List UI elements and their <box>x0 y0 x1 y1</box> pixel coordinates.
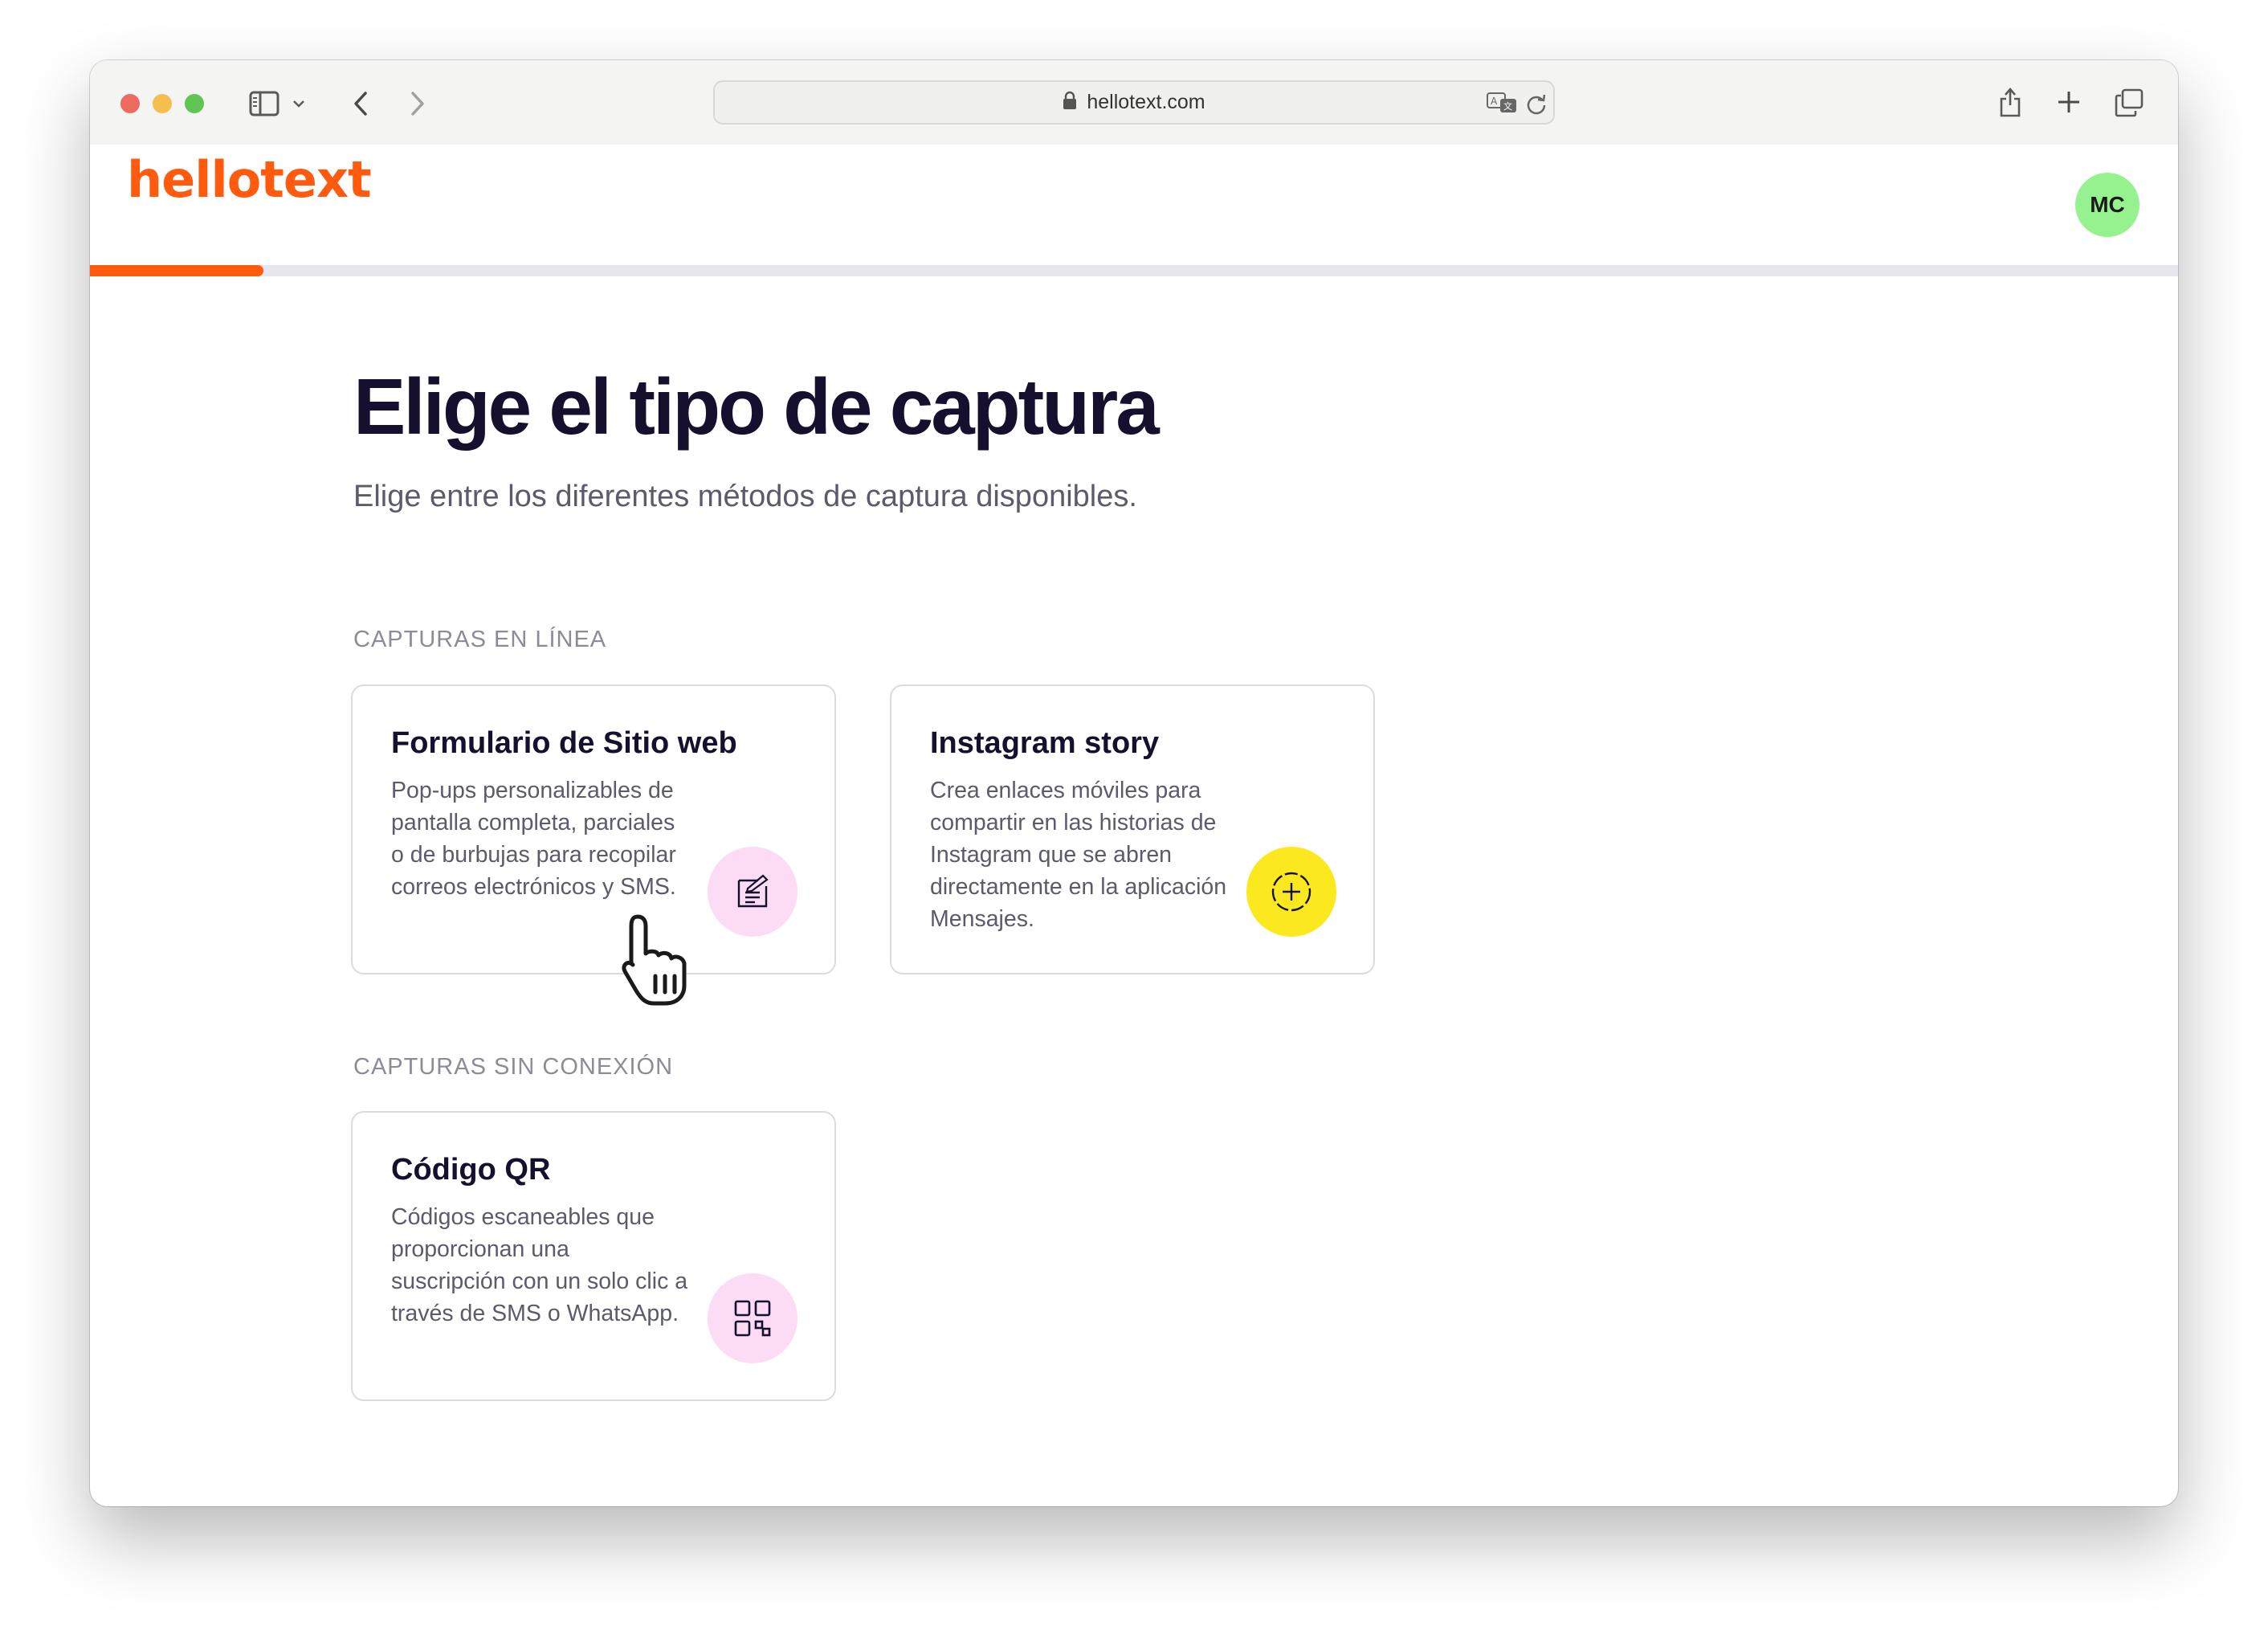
card-title: Código QR <box>391 1153 551 1187</box>
browser-toolbar: hellotext.com A文 <box>90 60 2178 146</box>
share-icon[interactable] <box>1997 84 2024 120</box>
lock-icon <box>1063 91 1077 114</box>
hand-pointer-cursor <box>620 912 704 1012</box>
card-title: Formulario de Sitio web <box>391 726 737 760</box>
svg-text:文: 文 <box>1503 100 1512 112</box>
url-text: hellotext.com <box>1087 91 1205 113</box>
section-label-online: CAPTURAS EN LÍNEA <box>353 627 607 652</box>
plus-icon[interactable] <box>2056 89 2082 115</box>
translate-icon[interactable]: A文 <box>1486 92 1518 118</box>
progress-bar <box>90 265 2178 276</box>
card-website-form[interactable]: Formulario de Sitio web Pop-ups personal… <box>351 684 836 974</box>
app-header <box>90 145 2178 265</box>
address-bar[interactable]: hellotext.com A文 <box>713 80 1555 125</box>
card-description: Crea enlaces móviles para compartir en l… <box>930 778 1227 932</box>
section-label-offline: CAPTURAS SIN CONEXIÓN <box>353 1054 674 1080</box>
tabs-icon[interactable] <box>2114 88 2144 118</box>
page-subtitle: Elige entre los diferentes métodos de ca… <box>353 480 1137 513</box>
card-instagram-story[interactable]: Instagram story Crea enlaces móviles par… <box>890 684 1375 974</box>
card-description: Códigos escaneables que proporcionan una… <box>391 1204 688 1326</box>
hellotext-logo[interactable]: hellotext <box>127 150 372 209</box>
progress-bar-fill <box>90 265 263 276</box>
qr-code-icon <box>708 1273 797 1363</box>
page-title: Elige el tipo de captura <box>353 362 1160 451</box>
form-icon <box>708 847 797 937</box>
card-qr-code[interactable]: Código QR Códigos escaneables que propor… <box>351 1111 836 1401</box>
story-add-icon <box>1246 847 1336 937</box>
sidebar-icon[interactable] <box>247 89 281 118</box>
back-icon[interactable] <box>349 89 373 118</box>
minimize-window-button[interactable] <box>153 94 172 113</box>
svg-text:A: A <box>1491 96 1498 107</box>
forward-icon[interactable] <box>406 89 430 118</box>
card-description: Pop-ups personalizables de pantalla comp… <box>391 778 676 900</box>
card-title: Instagram story <box>930 726 1160 760</box>
chevron-down-icon[interactable] <box>291 96 307 112</box>
zoom-window-button[interactable] <box>185 94 204 113</box>
avatar[interactable]: MC <box>2075 173 2140 237</box>
browser-window: hellotext.com A文 hellotext MC Elige el t… <box>90 60 2178 1506</box>
reload-icon[interactable] <box>1524 92 1548 120</box>
close-window-button[interactable] <box>120 94 140 113</box>
